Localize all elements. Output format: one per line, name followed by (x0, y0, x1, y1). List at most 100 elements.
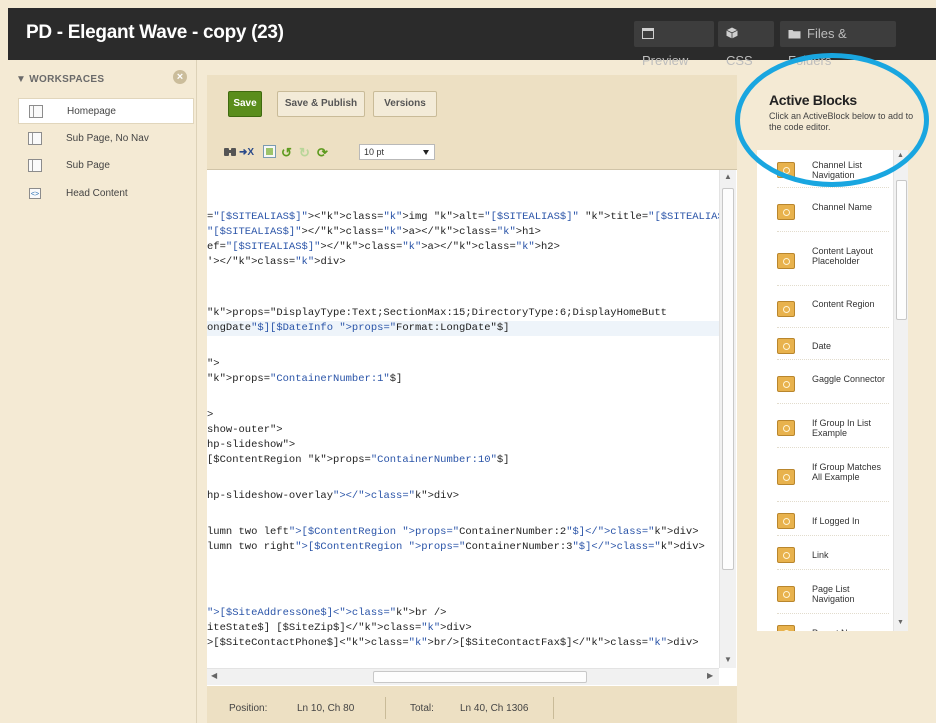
block-icon (777, 376, 795, 392)
scroll-up-icon[interactable]: ▲ (724, 172, 732, 181)
active-block-item[interactable]: Content Layout Placeholder (757, 234, 893, 286)
workspaces-heading[interactable]: ▼ WORKSPACES (16, 74, 104, 85)
scrollbar-thumb[interactable] (722, 188, 734, 570)
preview-button[interactable]: Preview (634, 21, 714, 68)
files-folders-button[interactable]: Files & Folders (780, 21, 896, 68)
code-line[interactable]: show-outer"> (207, 423, 283, 438)
scroll-down-icon[interactable]: ▼ (724, 655, 732, 664)
code-line[interactable]: iteState$] [$SiteZip$]</"k">class="k">di… (207, 621, 472, 636)
scroll-left-icon[interactable]: ◀ (211, 671, 217, 680)
scrollbar-thumb[interactable] (896, 180, 907, 320)
scroll-down-icon[interactable]: ▼ (897, 619, 904, 626)
code-line[interactable]: ">[$SiteAddressOne$]<">class="k">br /> (207, 606, 446, 621)
horizontal-scrollbar[interactable]: ◀ ▶ (207, 668, 719, 685)
active-block-item[interactable]: Date (757, 330, 893, 360)
block-icon (777, 420, 795, 436)
code-line[interactable]: >[$SiteContactPhone$]<"k">class="k">br/>… (207, 636, 699, 651)
active-block-label: Channel Name (812, 202, 873, 212)
css-button[interactable]: CSS (718, 21, 774, 68)
active-block-label: If Group In List Example (812, 418, 872, 438)
status-bar: Position: Ln 10, Ch 80 Total: Ln 40, Ch … (207, 693, 737, 723)
editor-panel: Save Save & Publish Versions ➜X ↺ ↻ ⟳ 10… (207, 75, 737, 723)
active-block-item[interactable]: Page List Navigation (757, 572, 893, 614)
workspace-item-head-content[interactable]: <> Head Content (18, 181, 194, 207)
active-block-item[interactable]: Channel Name (757, 190, 893, 232)
chevron-down-icon (423, 150, 429, 155)
page-icon (29, 105, 43, 118)
code-line[interactable]: hp-slideshow-overlay"></">class="k">div> (207, 489, 459, 504)
code-line[interactable]: hp-slideshow"> (207, 438, 295, 453)
redo-icon[interactable]: ↻ (299, 145, 310, 161)
block-icon (777, 338, 795, 354)
save-button[interactable]: Save (228, 91, 262, 117)
active-block-item[interactable]: Link (757, 538, 893, 570)
code-line[interactable]: ef="[$SITEALIAS$]"></"k">class="k">a></"… (207, 240, 560, 255)
workspace-item-label: Head Content (66, 188, 128, 199)
status-divider (553, 697, 554, 719)
versions-button[interactable]: Versions (373, 91, 437, 117)
scroll-right-icon[interactable]: ▶ (707, 671, 713, 680)
code-line[interactable]: '></"k">class="k">div> (207, 255, 346, 270)
block-icon (777, 625, 795, 631)
list-divider (777, 327, 889, 328)
window-icon (642, 22, 654, 48)
vertical-scrollbar[interactable]: ▲ ▼ (719, 170, 736, 668)
block-icon (777, 469, 795, 485)
active-block-item[interactable]: If Logged In (757, 504, 893, 536)
list-divider (777, 403, 889, 404)
preview-label: Preview (642, 52, 689, 68)
code-line[interactable]: [$ContentRegion "k">props="ContainerNumb… (207, 453, 509, 468)
code-line[interactable]: ="[$SITEALIAS$]"><"k">class="k">img "k">… (207, 210, 719, 225)
page-icon (28, 159, 42, 172)
active-block-item[interactable]: Content Region (757, 288, 893, 328)
code-line[interactable]: lumn two right">[$ContentRegion ">props=… (207, 540, 705, 555)
active-blocks-scrollbar[interactable]: ▲ ▼ (893, 150, 908, 631)
position-value: Ln 10, Ch 80 (297, 703, 355, 714)
list-divider (777, 613, 889, 614)
page-title: PD - Elegant Wave - copy (23) (26, 22, 284, 43)
goto-line-icon[interactable] (263, 145, 276, 162)
save-publish-button[interactable]: Save & Publish (277, 91, 365, 117)
active-block-label: If Group Matches All Example (812, 462, 882, 482)
code-line[interactable]: "> (207, 357, 220, 372)
total-value: Ln 40, Ch 1306 (460, 703, 529, 714)
workspace-item-label: Sub Page (66, 160, 110, 171)
workspace-item-sub-page[interactable]: Sub Page (18, 153, 194, 179)
workspace-item-homepage[interactable]: Homepage (18, 98, 194, 124)
code-line[interactable]: lumn two left">[$ContentRegion ">props="… (207, 525, 699, 540)
active-block-label: Parent Name (812, 628, 892, 631)
list-divider (777, 359, 889, 360)
refresh-icon[interactable]: ⟳ (317, 145, 328, 161)
active-block-item[interactable]: Gaggle Connector (757, 362, 893, 404)
code-line[interactable]: > (207, 408, 213, 423)
code-line[interactable]: "k">props="ContainerNumber:1"$] (207, 372, 402, 387)
active-block-label: Gaggle Connector (812, 374, 886, 384)
block-icon (777, 301, 795, 317)
block-icon (777, 253, 795, 269)
list-divider (777, 447, 889, 448)
active-blocks-list: Channel List Navigation Channel Name Conte… (757, 150, 893, 631)
code-editor[interactable]: ="[$SITEALIAS$]"><"k">class="k">img "k">… (207, 169, 737, 686)
folder-icon (788, 22, 801, 48)
list-divider (777, 231, 889, 232)
active-block-label: Content Region (812, 299, 875, 309)
code-line[interactable]: ongDate"$][$DateInfo ">props="Format:Lon… (207, 321, 719, 336)
block-icon (777, 586, 795, 602)
scrollbar-thumb[interactable] (373, 671, 587, 683)
active-block-item[interactable]: If Group Matches All Example (757, 450, 893, 502)
close-icon[interactable]: × (173, 70, 187, 84)
replace-icon[interactable]: ➜X (239, 145, 254, 161)
find-icon[interactable] (223, 145, 237, 162)
workspace-item-sub-page-no-nav[interactable]: Sub Page, No Nav (18, 126, 194, 152)
active-block-item[interactable]: If Group In List Example (757, 406, 893, 448)
list-divider (777, 285, 889, 286)
block-icon (777, 204, 795, 220)
code-line[interactable]: "k">props="DisplayType:Text;SectionMax:1… (207, 306, 667, 321)
font-size-select[interactable]: 10 pt (359, 144, 435, 160)
active-block-item[interactable]: Parent Name (757, 616, 893, 631)
css-label: CSS (726, 52, 753, 68)
block-icon (777, 547, 795, 563)
code-line[interactable]: "[$SITEALIAS$]"></"k">class="k">a></"k">… (207, 225, 541, 240)
code-area[interactable]: ="[$SITEALIAS$]"><"k">class="k">img "k">… (207, 170, 719, 668)
undo-icon[interactable]: ↺ (281, 145, 292, 161)
